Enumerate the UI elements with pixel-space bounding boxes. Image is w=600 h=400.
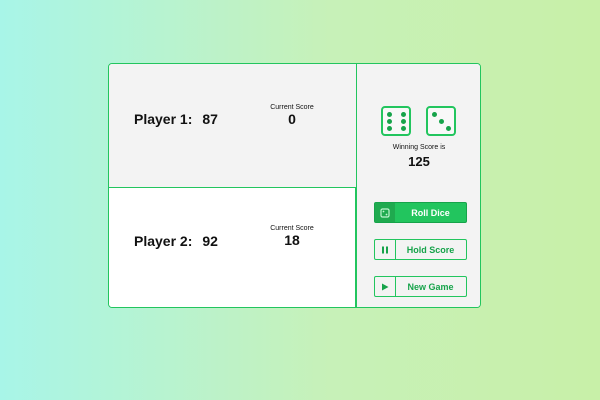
die-pip <box>386 118 392 124</box>
winning-score-value: 125 <box>408 154 430 169</box>
die-pip <box>445 125 451 131</box>
die-pip <box>386 125 392 131</box>
play-icon <box>375 277 396 296</box>
player-1-panel: Player 1: 87 Current Score 0 <box>109 64 356 188</box>
player-2-current-score: Current Score 18 <box>259 225 325 247</box>
hold-score-label: Hold Score <box>406 244 455 255</box>
player-1-total-score: 87 <box>202 111 218 127</box>
dice-icon <box>375 203 395 222</box>
game-board: Player 1: 87 Current Score 0 Player 2: 92 … <box>108 63 481 308</box>
die-2 <box>426 106 456 136</box>
current-score-value: 18 <box>284 232 300 248</box>
roll-dice-button[interactable]: Roll Dice <box>374 202 467 223</box>
current-score-value: 0 <box>288 111 296 127</box>
die-pip <box>386 111 392 117</box>
roll-dice-label: Roll Dice <box>411 207 450 218</box>
die-pip <box>400 111 406 117</box>
die-pip <box>431 111 437 117</box>
control-panel: Winning Score is 125 Roll Dice Hold Scor… <box>356 64 480 307</box>
die-pip <box>438 118 444 124</box>
player-1-name: Player 1: 87 <box>134 111 218 127</box>
player-1-label: Player 1: <box>134 111 193 127</box>
player-1-current-score: Current Score 0 <box>259 104 325 126</box>
die-pip <box>400 125 406 131</box>
die-1 <box>381 106 411 136</box>
player-2-total-score: 92 <box>202 233 218 249</box>
winning-score-label: Winning Score is <box>392 144 446 151</box>
player-2-label: Player 2: <box>134 233 193 249</box>
pause-icon <box>375 240 396 259</box>
player-2-name: Player 2: 92 <box>134 233 218 249</box>
hold-score-button[interactable]: Hold Score <box>374 239 467 260</box>
new-game-button[interactable]: New Game <box>374 276 467 297</box>
player-2-panel: Player 2: 92 Current Score 18 <box>109 188 356 307</box>
new-game-label: New Game <box>407 281 454 292</box>
die-pip <box>400 118 406 124</box>
